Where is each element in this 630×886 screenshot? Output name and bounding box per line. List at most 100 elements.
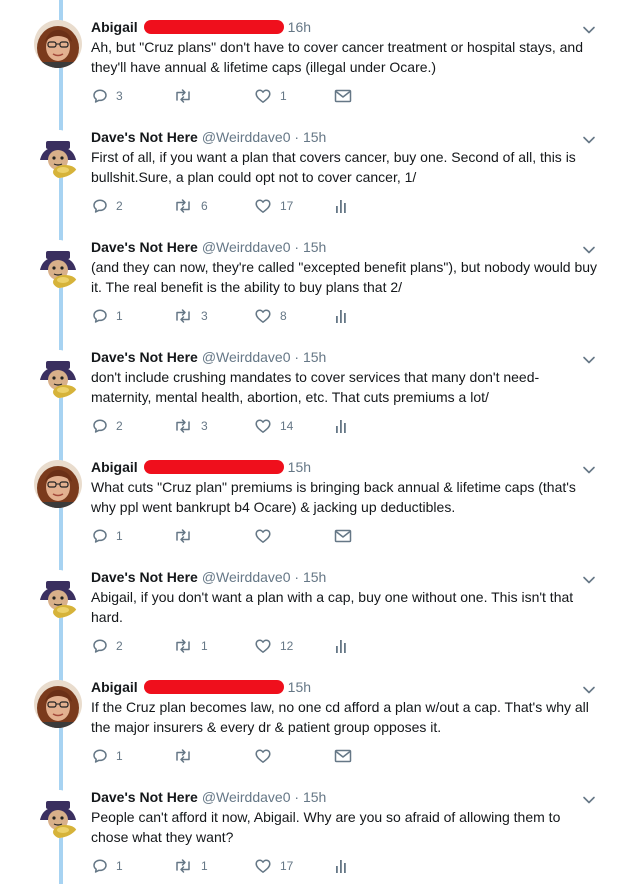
author-handle[interactable]: @Weirddave0	[202, 789, 291, 805]
dave-avatar[interactable]	[34, 350, 82, 398]
timestamp[interactable]: · 15h	[294, 569, 326, 585]
chevron-down-icon[interactable]	[582, 682, 596, 694]
chevron-down-icon[interactable]	[582, 352, 596, 364]
tweet-header: Dave's Not Here @Weirddave0 · 15h	[91, 128, 326, 146]
direct-message-button[interactable]	[334, 86, 352, 106]
retweet-button[interactable]: 3	[173, 416, 208, 436]
like-button[interactable]: 8	[254, 306, 287, 326]
timestamp[interactable]: · 15h	[294, 789, 326, 805]
direct-message-button[interactable]	[334, 746, 352, 766]
reply-button[interactable]: 1	[92, 746, 123, 766]
tweet-header: Abigail 15h	[91, 458, 311, 476]
like-button[interactable]: 17	[254, 196, 293, 216]
tweet-text: Ah, but "Cruz plans" don't have to cover…	[91, 39, 583, 75]
author-name[interactable]: Dave's Not Here	[91, 569, 198, 585]
tweet[interactable]: Abigail 15h What cuts "Cruz plan" premiums…	[0, 446, 630, 556]
analytics-button[interactable]	[334, 306, 348, 326]
reply-button[interactable]: 1	[92, 526, 123, 546]
author-handle[interactable]: @Weirddave0	[202, 569, 291, 585]
author-name[interactable]: Dave's Not Here	[91, 239, 198, 255]
retweet-button[interactable]: 3	[173, 306, 208, 326]
like-button[interactable]: 14	[254, 416, 293, 436]
abigail-avatar[interactable]	[34, 680, 82, 728]
reply-count: 2	[116, 639, 123, 653]
retweet-button[interactable]	[173, 746, 201, 766]
chevron-down-icon[interactable]	[582, 242, 596, 254]
retweet-button[interactable]: 6	[173, 196, 208, 216]
tweet-text: (and they can now, they're called "excep…	[91, 259, 598, 295]
chevron-down-icon[interactable]	[582, 572, 596, 584]
analytics-icon	[334, 198, 348, 214]
dave-avatar[interactable]	[34, 790, 82, 838]
analytics-button[interactable]	[334, 856, 348, 876]
like-button[interactable]: 17	[254, 856, 293, 876]
timestamp[interactable]: 15h	[288, 459, 311, 475]
reply-count: 1	[116, 859, 123, 873]
author-name[interactable]: Abigail	[91, 19, 138, 35]
retweet-button[interactable]: 1	[173, 856, 208, 876]
dave-avatar[interactable]	[34, 570, 82, 618]
chevron-down-icon[interactable]	[582, 462, 596, 474]
tweet[interactable]: Abigail 16h Ah, but "Cruz plans" don't hav…	[0, 6, 630, 116]
timestamp[interactable]: · 15h	[294, 239, 326, 255]
chevron-down-icon[interactable]	[582, 132, 596, 144]
chevron-down-icon[interactable]	[582, 22, 596, 34]
tweet[interactable]: Dave's Not Here @Weirddave0 · 15h (and the…	[0, 226, 630, 336]
author-handle[interactable]: @Weirddave0	[202, 239, 291, 255]
reply-count: 2	[116, 199, 123, 213]
author-name[interactable]: Dave's Not Here	[91, 789, 198, 805]
reply-button[interactable]: 1	[92, 856, 123, 876]
timestamp[interactable]: 15h	[288, 679, 311, 695]
tweet[interactable]: Abigail 15h If the Cruz plan becomes law, …	[0, 666, 630, 776]
dave-avatar[interactable]	[34, 130, 82, 178]
abigail-avatar[interactable]	[34, 460, 82, 508]
author-name[interactable]: Abigail	[91, 679, 138, 695]
tweet-header: Abigail 15h	[91, 678, 311, 696]
retweet-icon	[173, 88, 193, 104]
tweet[interactable]: Dave's Not Here @Weirddave0 · 15h People c…	[0, 776, 630, 886]
like-button[interactable]	[254, 526, 280, 546]
dave-avatar[interactable]	[34, 240, 82, 288]
author-handle[interactable]: @Weirddave0	[202, 349, 291, 365]
tweet-actions: 1 1 17	[91, 856, 391, 876]
heart-icon	[254, 88, 272, 104]
reply-button[interactable]: 2	[92, 196, 123, 216]
tweet[interactable]: Dave's Not Here @Weirddave0 · 15h don't in…	[0, 336, 630, 446]
retweet-button[interactable]: 1	[173, 636, 208, 656]
like-button[interactable]: 1	[254, 86, 287, 106]
tweet-actions: 2 1 12	[91, 636, 391, 656]
analytics-button[interactable]	[334, 636, 348, 656]
tweet[interactable]: Dave's Not Here @Weirddave0 · 15h Abigail,…	[0, 556, 630, 666]
tweet[interactable]: Dave's Not Here @Weirddave0 · 15h First of…	[0, 116, 630, 226]
reply-icon	[92, 638, 108, 654]
chevron-down-icon[interactable]	[582, 792, 596, 804]
reply-icon	[92, 528, 108, 544]
author-name[interactable]: Abigail	[91, 459, 138, 475]
timestamp[interactable]: · 15h	[294, 349, 326, 365]
retweet-button[interactable]	[173, 526, 201, 546]
timestamp[interactable]: · 15h	[294, 129, 326, 145]
reply-button[interactable]: 2	[92, 416, 123, 436]
author-name[interactable]: Dave's Not Here	[91, 349, 198, 365]
retweet-icon	[173, 418, 193, 434]
retweet-count: 6	[201, 199, 208, 213]
like-count: 12	[280, 639, 294, 653]
reply-icon	[92, 418, 108, 434]
analytics-button[interactable]	[334, 416, 348, 436]
reply-button[interactable]: 3	[92, 86, 123, 106]
like-button[interactable]: 12	[254, 636, 293, 656]
retweet-button[interactable]	[173, 86, 201, 106]
reply-button[interactable]: 1	[92, 306, 123, 326]
analytics-icon	[334, 638, 348, 654]
abigail-avatar[interactable]	[34, 20, 82, 68]
envelope-icon	[334, 529, 352, 543]
author-handle[interactable]: @Weirddave0	[202, 129, 291, 145]
redaction-mark	[143, 460, 284, 475]
analytics-button[interactable]	[334, 196, 348, 216]
direct-message-button[interactable]	[334, 526, 352, 546]
like-button[interactable]	[254, 746, 280, 766]
author-name[interactable]: Dave's Not Here	[91, 129, 198, 145]
tweet-header: Dave's Not Here @Weirddave0 · 15h	[91, 568, 326, 586]
reply-button[interactable]: 2	[92, 636, 123, 656]
timestamp[interactable]: 16h	[288, 19, 311, 35]
